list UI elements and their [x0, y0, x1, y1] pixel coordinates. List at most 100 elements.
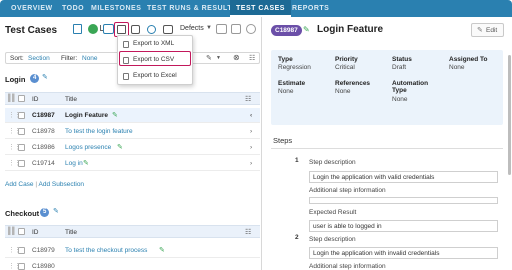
case-title-link[interactable]: To test the checkout process [65, 243, 147, 258]
case-title-link[interactable]: Login Feature [65, 108, 108, 123]
table-row[interactable]: ⋮⋮ C18978 To test the login feature › [5, 124, 260, 139]
column-header-title[interactable]: Title [65, 96, 77, 103]
defects-chevron-icon[interactable]: ▼ [206, 25, 212, 31]
xml-file-icon [123, 41, 129, 48]
scrollbar[interactable] [508, 55, 511, 175]
case-id-badge: C18987 [271, 25, 302, 36]
case-fields-panel: Type Regression Priority Critical Status… [271, 50, 503, 125]
nav-tab-test-runs[interactable]: TEST RUNS & RESULTS [147, 0, 237, 17]
case-id: C18987 [32, 112, 55, 119]
edit-section-icon[interactable]: ✎ [53, 207, 59, 215]
nav-tab-overview[interactable]: OVERVIEW [11, 0, 53, 17]
chevron-right-icon[interactable]: › [250, 156, 252, 171]
edit-case-icon[interactable]: ✎ [159, 243, 165, 258]
row-checkbox[interactable] [18, 247, 25, 254]
nav-tab-test-cases[interactable]: TEST CASES [230, 0, 291, 17]
tools-icon[interactable] [147, 25, 156, 34]
drag-handle-icon: ▌▌ [8, 228, 17, 235]
step-description-field[interactable]: Login the application with invalid crede… [309, 247, 498, 259]
field-value: None [449, 64, 465, 71]
column-header-id[interactable]: ID [32, 96, 39, 103]
section-title-login: Login [5, 75, 26, 84]
grid-icon[interactable]: ☷ [249, 54, 255, 62]
step-description-field[interactable]: Login the application with valid credent… [309, 171, 498, 183]
columns-icon[interactable] [163, 25, 173, 34]
export-xml-item[interactable]: Export to XML [121, 38, 191, 50]
edit-case-icon[interactable]: ✎ [117, 140, 123, 155]
additional-info-field[interactable] [309, 197, 498, 204]
table-row[interactable]: ⋮⋮ C18980 [5, 259, 260, 270]
divider [271, 148, 503, 149]
field-value: None [392, 96, 408, 103]
sort-section-link[interactable]: Section [28, 55, 50, 62]
step-description-label: Step description [309, 236, 356, 243]
nav-tab-milestones[interactable]: MILESTONES [91, 0, 141, 17]
table-row[interactable]: ⋮⋮ C18986 Logos presence ✎ › [5, 140, 260, 155]
chevron-left-icon[interactable]: ‹ [250, 108, 252, 123]
play-icon[interactable] [246, 24, 256, 34]
nav-tab-reports[interactable]: REPORTS [292, 0, 329, 17]
edit-case-icon[interactable]: ✎ [112, 108, 118, 123]
field-key: Type [278, 56, 293, 63]
case-title-link[interactable]: To test the login feature [65, 124, 133, 139]
import-icon[interactable] [103, 24, 114, 34]
row-checkbox[interactable] [18, 144, 25, 151]
export-excel-item[interactable]: Export to Excel [121, 70, 191, 82]
select-all-checkbox[interactable] [18, 95, 25, 102]
case-id: C18980 [32, 263, 55, 270]
case-title-link[interactable]: Log in [65, 156, 83, 171]
nav-tab-todo[interactable]: TODO [62, 0, 84, 17]
edit-button[interactable]: ✎ Edit [471, 23, 504, 37]
case-title-link[interactable]: Logos presence [65, 140, 111, 155]
edit-chevron-icon[interactable]: ▼ [216, 55, 221, 61]
table-row[interactable]: ⋮⋮ C18987 Login Feature ✎ ‹ [5, 108, 260, 123]
row-checkbox[interactable] [18, 263, 25, 270]
field-key: Automation Type [392, 80, 429, 94]
column-header-id[interactable]: ID [32, 229, 39, 236]
filter-icon[interactable] [231, 24, 241, 34]
add-subsection-link[interactable]: Add Subsection [39, 181, 85, 188]
table-header: ▌▌ ID Title ☷ [5, 92, 260, 105]
field-value: Critical [335, 64, 355, 71]
column-settings-icon[interactable]: ☷ [245, 228, 251, 236]
chevron-right-icon[interactable]: › [250, 124, 252, 139]
export-icon[interactable] [117, 25, 126, 34]
section-title-checkout: Checkout [5, 209, 40, 218]
column-settings-icon[interactable]: ☷ [245, 95, 251, 103]
step-description-label: Step description [309, 159, 356, 166]
print-icon[interactable] [131, 25, 140, 34]
top-navigation: OVERVIEW TODO MILESTONES TEST RUNS & RES… [0, 0, 512, 17]
expected-result-field[interactable]: user is able to logged in [309, 220, 498, 232]
row-checkbox[interactable] [18, 128, 25, 135]
field-key: References [335, 80, 371, 87]
table-row[interactable]: ⋮⋮ C18979 To test the checkout process ✎ [5, 243, 260, 258]
copy-icon[interactable] [73, 24, 82, 34]
clear-filter-icon[interactable]: ⊗ [233, 53, 240, 62]
edit-case-icon[interactable]: ✎ [83, 156, 89, 171]
sort-label: Sort: [10, 55, 24, 62]
field-value: Draft [392, 64, 407, 71]
add-case-icon[interactable] [88, 24, 98, 34]
filter-none-link[interactable]: None [82, 55, 98, 62]
case-detail-panel: C18987 ✎ Login Feature ✎ Edit Type Regre… [263, 17, 512, 270]
defects-dropdown[interactable]: Defects [180, 25, 204, 32]
row-checkbox[interactable] [18, 160, 25, 167]
additional-info-label: Additional step information [309, 187, 386, 194]
page-title: Test Cases [5, 25, 58, 36]
edit-case-icon[interactable]: ✎ [303, 25, 310, 34]
add-case-link[interactable]: Add Case [5, 181, 34, 188]
field-value: None [278, 88, 294, 95]
case-title: Login Feature [317, 24, 384, 35]
step-number: 1 [295, 157, 299, 164]
row-checkbox[interactable] [18, 112, 25, 119]
edit-pencil-icon[interactable]: ✎ [206, 54, 212, 62]
table-row[interactable]: ⋮⋮ C19714 Log in ✎ › [5, 156, 260, 171]
edit-section-icon[interactable]: ✎ [42, 73, 48, 81]
column-header-title[interactable]: Title [65, 229, 77, 236]
select-all-checkbox[interactable] [18, 228, 25, 235]
drag-handle-icon: ▌▌ [8, 95, 17, 102]
settings-icon[interactable] [216, 24, 227, 34]
field-value: None [335, 88, 351, 95]
steps-heading: Steps [273, 136, 293, 145]
chevron-right-icon[interactable]: › [250, 140, 252, 155]
